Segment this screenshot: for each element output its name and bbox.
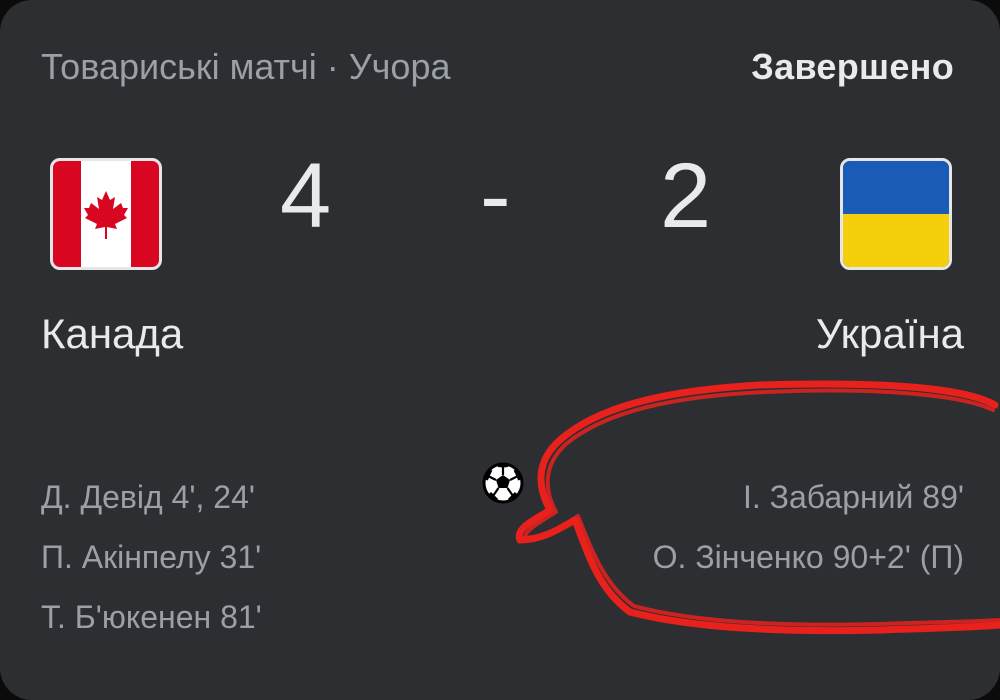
- home-score: 4: [280, 145, 332, 247]
- ukraine-flag-icon: [840, 158, 952, 270]
- score-separator: -: [480, 145, 511, 247]
- scorer-item: Д. Девід 4', 24': [41, 479, 255, 515]
- soccer-ball-icon: [482, 462, 524, 504]
- home-team-name[interactable]: Канада: [41, 310, 183, 358]
- competition-label: Товариські матчі · Учора: [41, 46, 451, 87]
- away-scorers-list: І. Забарний 89' О. Зінченко 90+2' (П): [653, 467, 964, 587]
- scorer-item: Т. Б'юкенен 81': [41, 599, 262, 635]
- match-status: Завершено: [751, 46, 954, 87]
- canada-flag-icon: [50, 158, 162, 270]
- scorer-item: П. Акінпелу 31': [41, 539, 262, 575]
- away-team-name[interactable]: Україна: [816, 310, 964, 358]
- scorer-item: О. Зінченко 90+2' (П): [652, 539, 964, 575]
- maple-leaf-icon: [84, 191, 128, 239]
- home-scorers-list: Д. Девід 4', 24' П. Акінпелу 31' Т. Б'юк…: [41, 467, 262, 647]
- away-score: 2: [660, 145, 712, 247]
- scorer-item: І. Забарний 89': [743, 479, 964, 515]
- match-card[interactable]: Товариські матчі · Учора Завершено 4 - 2…: [0, 0, 1000, 700]
